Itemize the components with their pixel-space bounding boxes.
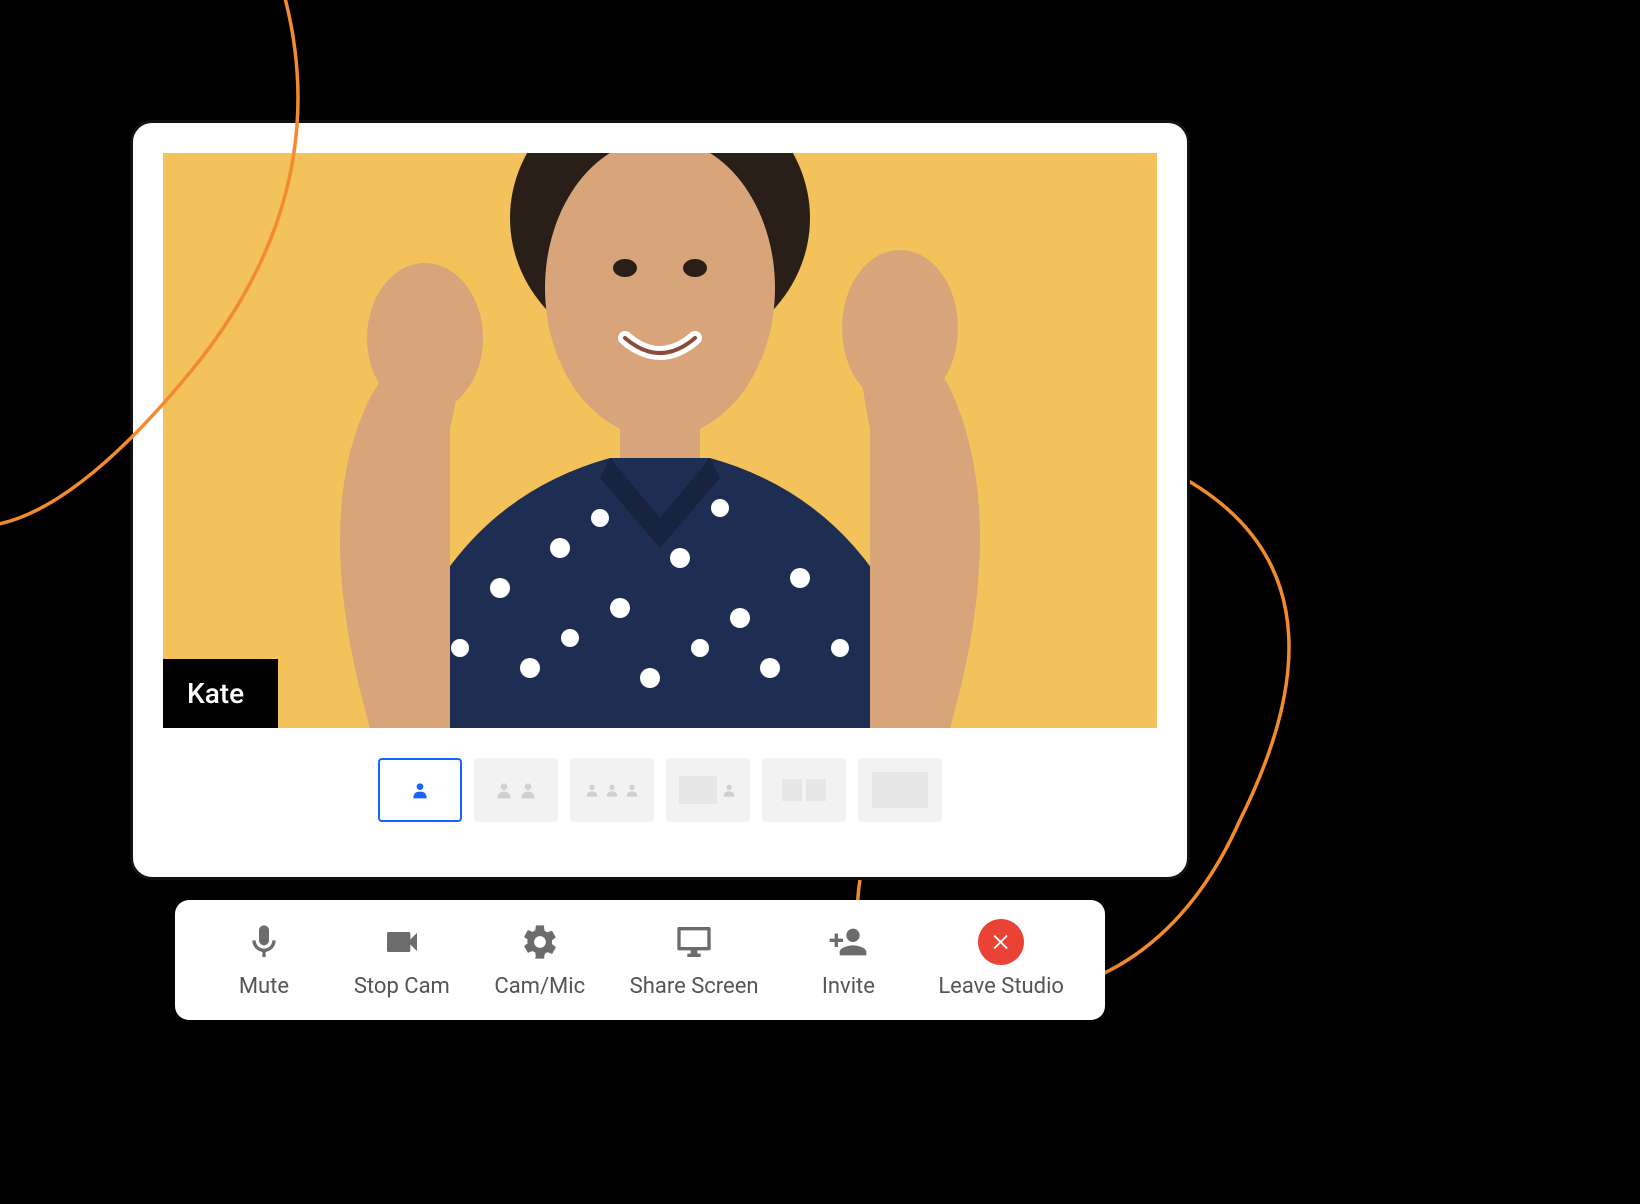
cam-mic-button[interactable]: Cam/Mic — [480, 914, 600, 1007]
layout-option-full[interactable] — [858, 758, 942, 822]
stop-cam-label: Stop Cam — [354, 974, 450, 999]
mute-label: Mute — [239, 974, 289, 999]
leave-studio-label: Leave Studio — [938, 974, 1064, 999]
gear-icon — [520, 922, 560, 962]
invite-label: Invite — [822, 974, 875, 999]
participant-name: Kate — [187, 677, 244, 710]
leave-studio-button[interactable]: Leave Studio — [926, 914, 1076, 1007]
monitor-icon — [674, 922, 714, 962]
layout-option-single[interactable] — [378, 758, 462, 822]
invite-button[interactable]: Invite — [788, 914, 908, 1007]
layout-selector — [163, 758, 1157, 822]
participant-name-tag: Kate — [163, 659, 278, 728]
share-screen-label: Share Screen — [630, 974, 759, 999]
mute-button[interactable]: Mute — [204, 914, 324, 1007]
add-person-icon — [828, 922, 868, 962]
stop-cam-button[interactable]: Stop Cam — [342, 914, 462, 1007]
participant-video — [250, 153, 1070, 728]
cam-mic-label: Cam/Mic — [494, 974, 585, 999]
layout-option-screen-person[interactable] — [666, 758, 750, 822]
layout-option-two[interactable] — [474, 758, 558, 822]
close-icon — [978, 922, 1024, 962]
share-screen-button[interactable]: Share Screen — [618, 914, 771, 1007]
layout-option-split[interactable] — [762, 758, 846, 822]
camera-icon — [382, 922, 422, 962]
video-area: Kate — [163, 153, 1157, 728]
layout-option-three[interactable] — [570, 758, 654, 822]
video-window: Kate — [130, 120, 1190, 880]
control-toolbar: Mute Stop Cam Cam/Mic Share Screen Invit… — [175, 900, 1105, 1020]
microphone-icon — [244, 922, 284, 962]
